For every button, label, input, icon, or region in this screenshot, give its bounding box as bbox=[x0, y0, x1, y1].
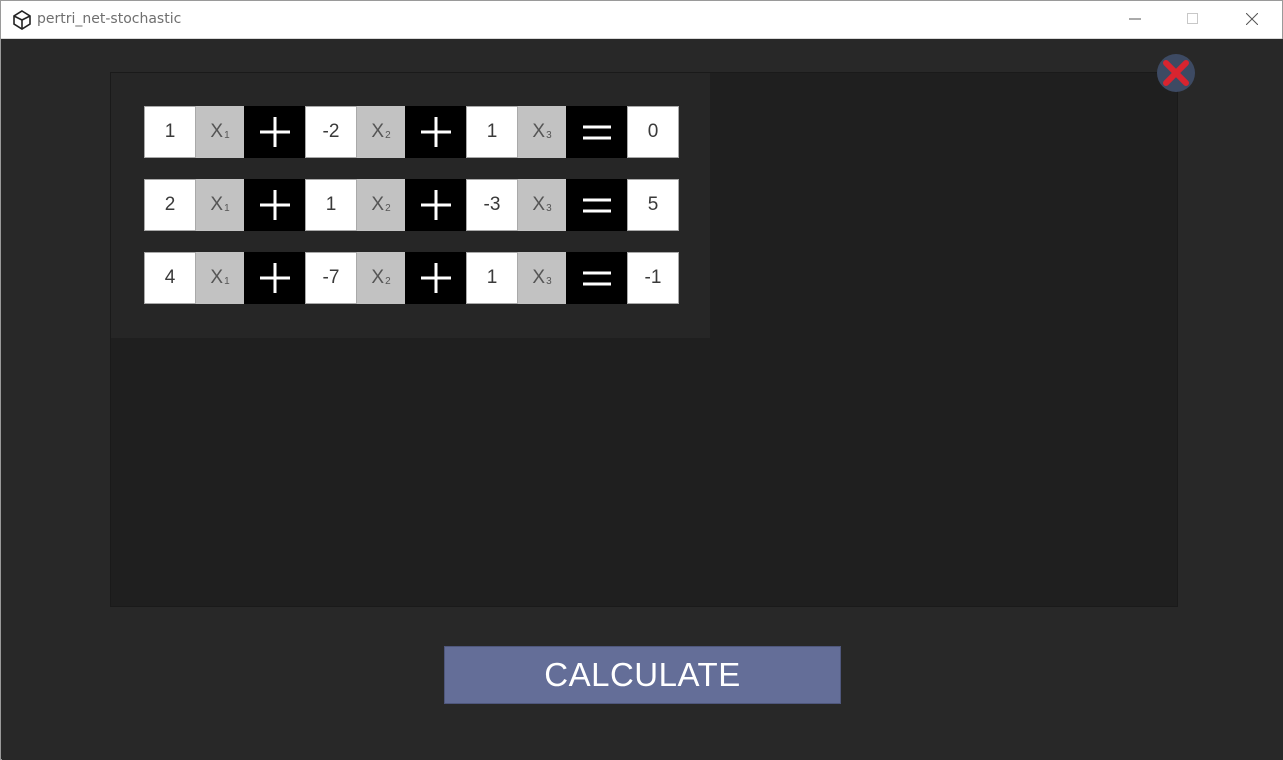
var-x1-label: X1 bbox=[196, 106, 244, 158]
coef-b-input[interactable]: 1 bbox=[305, 179, 357, 231]
equals-icon bbox=[566, 179, 627, 231]
maximize-icon bbox=[1187, 13, 1198, 24]
minimize-button[interactable] bbox=[1106, 1, 1164, 38]
app-content: 1 X1 -2 X2 1 X3 0 2 X1 1 X2 -3 X 3 5 4 X… bbox=[2, 39, 1283, 760]
window-close-button[interactable] bbox=[1223, 1, 1281, 38]
result-input[interactable]: -1 bbox=[627, 252, 679, 304]
var-x3-label: X3 bbox=[518, 252, 566, 304]
equation-row-2: 2 X1 1 X2 -3 X3 5 bbox=[144, 179, 679, 231]
var-x1-label: X1 bbox=[196, 179, 244, 231]
equation-grid: 1 X1 -2 X2 1 X3 0 2 X1 1 X2 -3 X 3 5 4 X… bbox=[111, 73, 710, 338]
coef-c-input[interactable]: 1 bbox=[466, 106, 518, 158]
plus-icon bbox=[405, 106, 466, 158]
var-x3-label: X3 bbox=[518, 179, 566, 231]
coef-c-input[interactable]: 1 bbox=[466, 252, 518, 304]
coef-a-input[interactable]: 4 bbox=[144, 252, 196, 304]
plus-icon bbox=[244, 252, 305, 304]
plus-icon bbox=[405, 252, 466, 304]
coef-c-input[interactable]: -3 bbox=[466, 179, 518, 231]
coef-a-input[interactable]: 1 bbox=[144, 106, 196, 158]
minimize-icon bbox=[1129, 18, 1141, 20]
maximize-button[interactable] bbox=[1164, 1, 1222, 38]
window-title: pertri_net-stochastic bbox=[37, 11, 182, 27]
unity-logo-icon bbox=[13, 10, 31, 30]
coef-b-input[interactable]: -2 bbox=[305, 106, 357, 158]
var-x2-label: X2 bbox=[357, 179, 405, 231]
equals-icon bbox=[566, 106, 627, 158]
result-input[interactable]: 0 bbox=[627, 106, 679, 158]
close-circle-icon bbox=[1157, 54, 1195, 92]
title-bar: pertri_net-stochastic bbox=[1, 1, 1282, 39]
coef-b-input[interactable]: -7 bbox=[305, 252, 357, 304]
var-x3-label: X3 bbox=[518, 106, 566, 158]
plus-icon bbox=[244, 179, 305, 231]
equals-icon bbox=[566, 252, 627, 304]
equation-panel: 1 X1 -2 X2 1 X3 0 2 X1 1 X2 -3 X 3 5 4 X… bbox=[110, 72, 1178, 607]
app-window: pertri_net-stochastic 1 X1 -2 X2 1 X3 0 … bbox=[0, 0, 1283, 760]
calculate-button[interactable]: CALCULATE bbox=[444, 646, 841, 704]
plus-icon bbox=[405, 179, 466, 231]
equation-row-1: 1 X1 -2 X2 1 X3 0 bbox=[144, 106, 679, 158]
coef-a-input[interactable]: 2 bbox=[144, 179, 196, 231]
panel-close-button[interactable] bbox=[1156, 53, 1196, 93]
equation-row-3: 4 X1 -7 X2 1 X3 -1 bbox=[144, 252, 679, 304]
var-x2-label: X2 bbox=[357, 252, 405, 304]
var-x1-label: X1 bbox=[196, 252, 244, 304]
result-input[interactable]: 5 bbox=[627, 179, 679, 231]
close-icon bbox=[1246, 13, 1258, 25]
var-x2-label: X2 bbox=[357, 106, 405, 158]
plus-icon bbox=[244, 106, 305, 158]
